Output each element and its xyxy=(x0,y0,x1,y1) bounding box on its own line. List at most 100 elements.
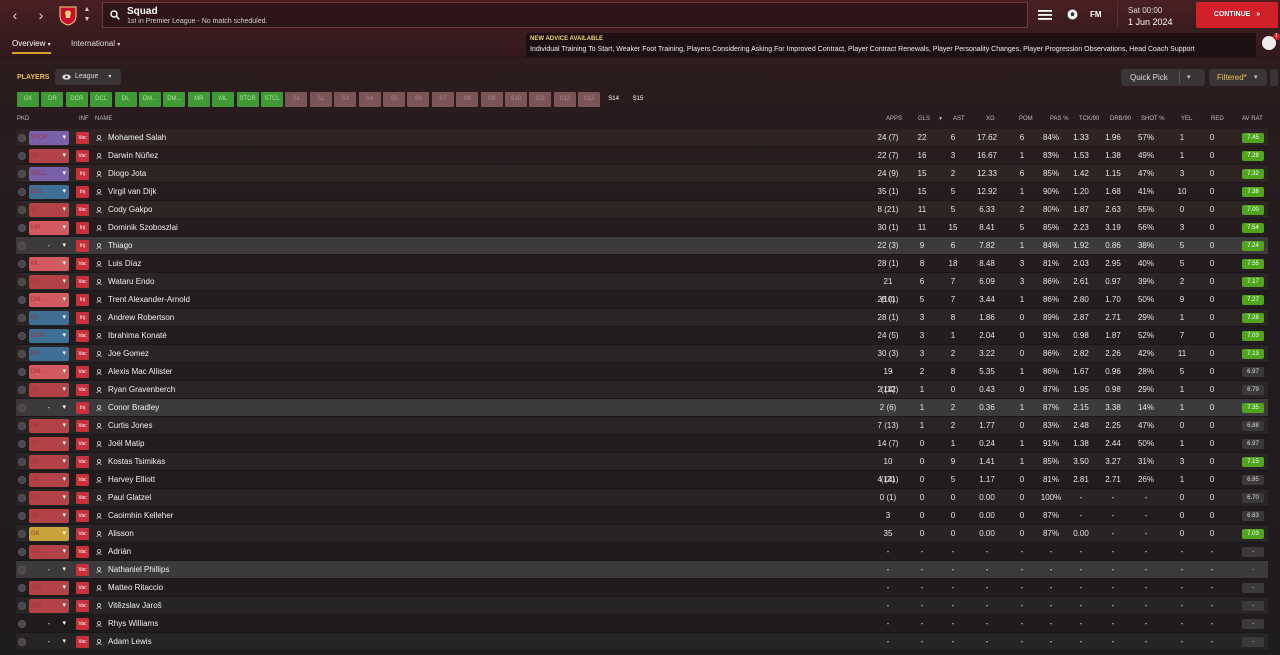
search-bar[interactable]: Squad 1st in Premier League - No match s… xyxy=(102,2,1028,28)
position-dropdown[interactable]: S6 ▾ xyxy=(29,419,69,433)
pick-checkbox[interactable] xyxy=(18,188,26,196)
player-name[interactable]: Kostas Tsimikas xyxy=(108,453,165,471)
position-button[interactable]: S8 xyxy=(456,92,479,107)
chevron-down-icon[interactable]: ▾ xyxy=(1187,69,1191,86)
position-dropdown[interactable]: DM... ▾ xyxy=(29,293,69,307)
table-row[interactable]: DCL ▾ Inj Virgil van Dijk 35 (1) 15 5 12.92 1 90%… xyxy=(16,183,1268,201)
inf-badge[interactable]: Inj xyxy=(76,312,89,324)
pick-checkbox[interactable] xyxy=(18,314,26,322)
club-crest-icon[interactable] xyxy=(58,4,78,26)
position-dropdown[interactable]: DM... ▾ xyxy=(29,365,69,379)
pick-checkbox[interactable] xyxy=(18,476,26,484)
inf-badge[interactable]: Vac xyxy=(76,600,89,612)
position-dropdown[interactable]: - ▾ xyxy=(29,563,69,577)
menu-icon[interactable] xyxy=(1038,9,1052,21)
club-switch-icon[interactable]: ▲ ▼ xyxy=(82,5,92,25)
player-name[interactable]: Curtis Jones xyxy=(108,417,152,435)
pick-checkbox[interactable] xyxy=(18,512,26,520)
inf-badge[interactable]: Vac xyxy=(76,384,89,396)
position-button[interactable]: DR xyxy=(41,92,64,107)
table-row[interactable]: - ▾ Inj Conor Bradley 2 (6) 1 2 0.36 1 87% 2.15 3.3… xyxy=(16,399,1268,417)
position-dropdown[interactable]: S7 ▾ xyxy=(29,437,69,451)
position-dropdown[interactable]: S5 ▾ xyxy=(29,383,69,397)
position-button[interactable]: S6 xyxy=(407,92,430,107)
position-button[interactable]: S2 xyxy=(309,92,332,107)
inf-badge[interactable]: Inj xyxy=(76,222,89,234)
table-row[interactable]: DL ▾ Inj Andrew Robertson 28 (1) 3 8 1.86 0 89% 2.… xyxy=(16,309,1268,327)
inf-badge[interactable]: Vac xyxy=(76,258,89,270)
player-name[interactable]: Matteo Ritaccio xyxy=(108,579,163,597)
pick-checkbox[interactable] xyxy=(18,242,26,250)
inf-badge[interactable]: Vac xyxy=(76,546,89,558)
tab-international[interactable]: International ▾ xyxy=(71,39,120,48)
position-dropdown[interactable]: DCR ▾ xyxy=(29,329,69,343)
position-dropdown[interactable]: S9 ▾ xyxy=(29,509,69,523)
position-button[interactable]: DM... xyxy=(163,92,186,107)
player-name[interactable]: Conor Bradley xyxy=(108,399,159,417)
player-name[interactable]: Trent Alexander-Arnold xyxy=(108,291,190,309)
pick-checkbox[interactable] xyxy=(18,170,26,178)
league-dropdown[interactable]: League ▾ xyxy=(55,69,121,85)
player-name[interactable]: Wataru Endo xyxy=(108,273,154,291)
inf-badge[interactable]: Vac xyxy=(76,348,89,360)
table-row[interactable]: S6 ▾ Vac Curtis Jones 7 (13) 1 2 1.77 0 83% 2.48 2.… xyxy=(16,417,1268,435)
table-row[interactable]: DR ▾ Vac Joe Gomez 30 (3) 3 2 3.22 0 86% 2.82 2.26 4… xyxy=(16,345,1268,363)
position-dropdown[interactable]: DCL ▾ xyxy=(29,185,69,199)
col-shot[interactable]: SHOT % xyxy=(1141,116,1165,122)
position-dropdown[interactable]: S10 ▾ xyxy=(29,491,69,505)
player-name[interactable]: Paul Glatzel xyxy=(108,489,151,507)
col-red[interactable]: RED xyxy=(1211,116,1224,122)
scrollbar[interactable] xyxy=(1270,69,1278,86)
inf-badge[interactable]: Vac xyxy=(76,582,89,594)
position-button[interactable]: DM... xyxy=(139,92,161,107)
position-button[interactable]: STCL xyxy=(261,92,283,107)
inf-badge[interactable]: Vac xyxy=(76,510,89,522)
position-dropdown[interactable]: S1 ▾ xyxy=(29,203,69,217)
player-name[interactable]: Adrián xyxy=(108,543,131,561)
inf-badge[interactable]: Vac xyxy=(76,366,89,378)
position-button[interactable]: S11 xyxy=(529,92,552,107)
forward-icon[interactable]: › xyxy=(34,7,48,23)
player-name[interactable]: Luis Díaz xyxy=(108,255,141,273)
quick-pick-button[interactable]: Quick Pick ▾ xyxy=(1121,69,1205,86)
pick-checkbox[interactable] xyxy=(18,278,26,286)
position-dropdown[interactable]: S2 ▾ xyxy=(29,149,69,163)
pick-checkbox[interactable] xyxy=(18,152,26,160)
player-name[interactable]: Ryan Gravenberch xyxy=(108,381,175,399)
player-name[interactable]: Alexis Mac Allister xyxy=(108,363,172,381)
inf-badge[interactable]: Vac xyxy=(76,492,89,504)
col-drb[interactable]: DRB/90 xyxy=(1110,116,1131,122)
pick-checkbox[interactable] xyxy=(18,494,26,502)
player-name[interactable]: Diogo Jota xyxy=(108,165,146,183)
position-dropdown[interactable]: - ▾ xyxy=(29,401,69,415)
col-avrat[interactable]: AV RAT xyxy=(1242,116,1263,122)
table-row[interactable]: S9 ▾ Vac Caoimhin Kelleher 3 0 0 0.00 0 87% - - - 0 0 6… xyxy=(16,507,1268,525)
pick-checkbox[interactable] xyxy=(18,332,26,340)
table-row[interactable]: S11 ▾ Vac Adrián - - - - - - - - - - - - xyxy=(16,543,1268,561)
position-button[interactable]: S7 xyxy=(431,92,454,107)
inf-badge[interactable]: Vac xyxy=(76,528,89,540)
position-dropdown[interactable]: ML ▾ xyxy=(29,257,69,271)
inf-badge[interactable]: Vac xyxy=(76,564,89,576)
position-dropdown[interactable]: STCL ▾ xyxy=(29,167,69,181)
inf-badge[interactable]: Inj xyxy=(76,294,89,306)
position-button[interactable]: S9 xyxy=(480,92,503,107)
fm-logo[interactable]: FM xyxy=(1090,10,1102,19)
table-row[interactable]: ML ▾ Vac Luis Díaz 28 (1) 8 18 8.48 3 81% 2.03 2.95… xyxy=(16,255,1268,273)
pick-checkbox[interactable] xyxy=(18,638,26,646)
position-button[interactable]: ML xyxy=(212,92,235,107)
position-dropdown[interactable]: - ▾ xyxy=(29,617,69,631)
player-name[interactable]: Thiago xyxy=(108,237,132,255)
position-button[interactable]: S3 xyxy=(334,92,357,107)
position-dropdown[interactable]: S12 ▾ xyxy=(29,581,69,595)
pick-checkbox[interactable] xyxy=(18,548,26,556)
col-tck[interactable]: TCK/90 xyxy=(1079,116,1099,122)
position-dropdown[interactable]: DR ▾ xyxy=(29,347,69,361)
inf-badge[interactable]: Vac xyxy=(76,420,89,432)
pick-checkbox[interactable] xyxy=(18,260,26,268)
player-name[interactable]: Darwin Núñez xyxy=(108,147,158,165)
position-button[interactable]: DL xyxy=(114,92,137,107)
position-button[interactable]: S15 xyxy=(627,92,649,107)
inf-badge[interactable]: Vac xyxy=(76,636,89,648)
position-dropdown[interactable]: MR ▾ xyxy=(29,221,69,235)
